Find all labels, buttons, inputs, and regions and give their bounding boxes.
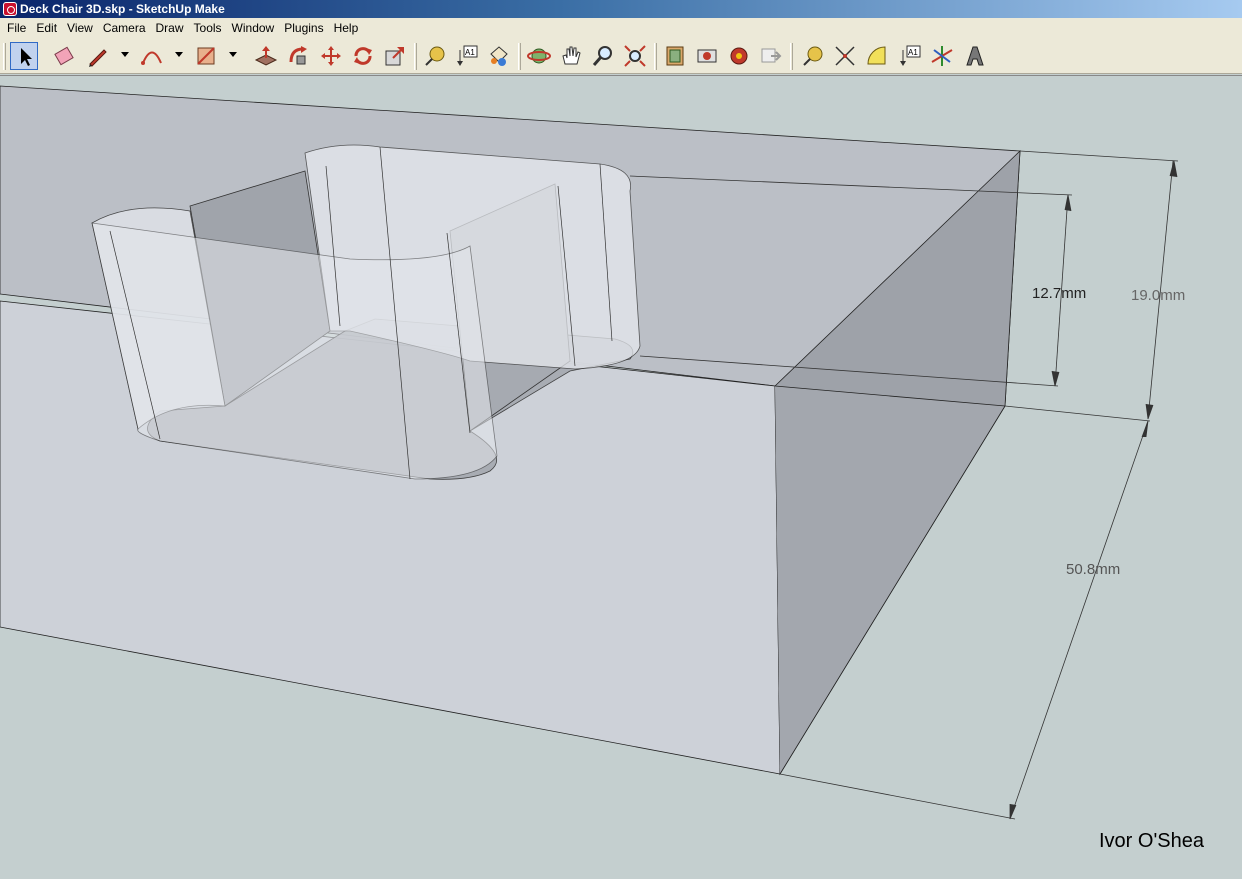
rotate-tool-button[interactable] bbox=[349, 42, 377, 70]
menu-bar: File Edit View Camera Draw Tools Window … bbox=[0, 18, 1242, 38]
line-tool-button[interactable] bbox=[84, 42, 112, 70]
share-model-tool-button[interactable] bbox=[693, 42, 721, 70]
tape-measure-2-icon bbox=[803, 46, 823, 66]
paint-bucket-tool-button[interactable] bbox=[485, 42, 513, 70]
paint-bucket-icon bbox=[490, 46, 508, 66]
author-watermark: Ivor O'Shea bbox=[1099, 830, 1204, 852]
protractor-icon bbox=[867, 46, 886, 65]
sketchup-app-icon bbox=[3, 2, 17, 16]
move-tool-button[interactable] bbox=[317, 42, 345, 70]
svg-text:A1: A1 bbox=[465, 48, 475, 57]
follow-me-icon bbox=[289, 46, 307, 65]
orbit-icon bbox=[527, 48, 551, 64]
pan-tool-button[interactable] bbox=[557, 42, 585, 70]
scale-icon bbox=[385, 47, 404, 66]
line-dropdown-arrow[interactable] bbox=[121, 52, 129, 57]
rotate-icon bbox=[354, 47, 372, 65]
push-pull-icon bbox=[254, 46, 278, 66]
tape-measure-tool-button[interactable] bbox=[421, 42, 449, 70]
eraser-tool-button[interactable] bbox=[50, 42, 78, 70]
zoom-tool-button[interactable] bbox=[589, 42, 617, 70]
axes-icon bbox=[931, 46, 953, 66]
dimension-label-depth[interactable]: 12.7mm bbox=[1032, 285, 1086, 302]
move-icon bbox=[321, 46, 341, 66]
3d-text-tool-button[interactable] bbox=[960, 42, 988, 70]
pencil-line-icon bbox=[89, 49, 107, 67]
zoom-extents-tool-button[interactable] bbox=[621, 42, 649, 70]
extension-warehouse-icon bbox=[730, 47, 748, 65]
main-toolbar: A1 A1 bbox=[0, 38, 1242, 74]
dimension-icon bbox=[835, 46, 855, 66]
menu-file[interactable]: File bbox=[2, 18, 31, 38]
3d-text-icon bbox=[966, 46, 984, 66]
axes-tool-button[interactable] bbox=[928, 42, 956, 70]
tape-measure-2-tool-button[interactable] bbox=[799, 42, 827, 70]
menu-edit[interactable]: Edit bbox=[31, 18, 62, 38]
text-label-tool-button[interactable]: A1 bbox=[453, 42, 481, 70]
arc-icon bbox=[141, 51, 162, 65]
select-icon bbox=[21, 48, 32, 66]
extension-warehouse-tool-button[interactable] bbox=[725, 42, 753, 70]
toolbar-separator bbox=[654, 43, 657, 70]
toolbar-grip[interactable] bbox=[3, 43, 6, 70]
rectangle-tool-button[interactable] bbox=[192, 42, 220, 70]
rectangle-dropdown-arrow[interactable] bbox=[229, 52, 237, 57]
menu-draw[interactable]: Draw bbox=[151, 18, 189, 38]
tape-measure-icon bbox=[425, 46, 445, 66]
arc-dropdown-arrow[interactable] bbox=[175, 52, 183, 57]
menu-plugins[interactable]: Plugins bbox=[279, 18, 328, 38]
select-tool-button[interactable] bbox=[10, 42, 38, 70]
pan-icon bbox=[562, 46, 581, 65]
follow-me-tool-button[interactable] bbox=[285, 42, 313, 70]
menu-tools[interactable]: Tools bbox=[189, 18, 227, 38]
protractor-tool-button[interactable] bbox=[863, 42, 891, 70]
toolbar-grip[interactable] bbox=[790, 43, 793, 70]
send-to-layout-tool-button[interactable] bbox=[757, 42, 785, 70]
svg-text:A1: A1 bbox=[908, 48, 918, 57]
menu-help[interactable]: Help bbox=[329, 18, 364, 38]
send-to-layout-icon bbox=[761, 48, 782, 63]
menu-camera[interactable]: Camera bbox=[98, 18, 151, 38]
get-models-icon bbox=[666, 46, 684, 66]
model-viewport[interactable]: 12.7mm 19.0mm 50.8mm bbox=[0, 75, 1242, 879]
dimension-label-thickness[interactable]: 19.0mm bbox=[1131, 287, 1185, 304]
rectangle-icon bbox=[197, 47, 215, 65]
text-tool-button[interactable]: A1 bbox=[896, 42, 924, 70]
get-models-tool-button[interactable] bbox=[661, 42, 689, 70]
zoom-icon bbox=[592, 46, 612, 66]
toolbar-separator bbox=[414, 43, 417, 70]
text-label-icon: A1 bbox=[457, 45, 478, 66]
share-model-icon bbox=[697, 49, 717, 63]
window-title: Deck Chair 3D.skp - SketchUp Make bbox=[20, 2, 225, 16]
push-pull-tool-button[interactable] bbox=[252, 42, 280, 70]
dimension-19mm[interactable] bbox=[1004, 150, 1179, 422]
dimension-label-width[interactable]: 50.8mm bbox=[1066, 561, 1120, 578]
dimension-tool-button[interactable] bbox=[831, 42, 859, 70]
orbit-tool-button[interactable] bbox=[525, 42, 553, 70]
zoom-extents-icon bbox=[624, 45, 646, 67]
text-tool-icon: A1 bbox=[900, 45, 921, 66]
model-canvas[interactable] bbox=[0, 76, 1242, 879]
toolbar-separator bbox=[518, 43, 521, 70]
eraser-icon bbox=[54, 46, 74, 66]
menu-view[interactable]: View bbox=[62, 18, 98, 38]
window-titlebar: Deck Chair 3D.skp - SketchUp Make bbox=[0, 0, 1242, 18]
scale-tool-button[interactable] bbox=[381, 42, 409, 70]
arc-tool-button[interactable] bbox=[138, 42, 166, 70]
menu-window[interactable]: Window bbox=[227, 18, 280, 38]
board-end-face-lower bbox=[775, 386, 1005, 774]
